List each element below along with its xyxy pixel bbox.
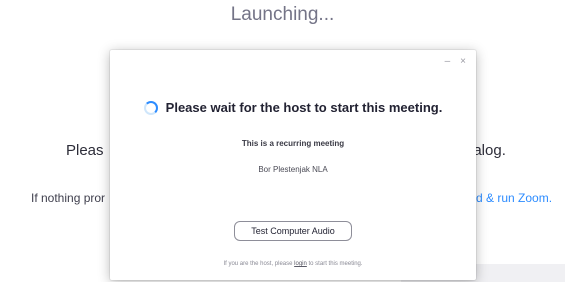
host-login-note-suffix: to start this meeting.	[308, 261, 363, 267]
login-link[interactable]: login	[294, 261, 307, 267]
loading-spinner-icon	[143, 100, 158, 115]
host-login-note: If you are the host, please login to sta…	[110, 261, 476, 267]
recurring-meeting-note: This is a recurring meeting	[241, 139, 345, 148]
close-icon[interactable]: ×	[460, 56, 466, 68]
zoom-launch-page: Launching... Pleas ialog. If nothing pro…	[0, 0, 565, 282]
launching-title: Launching...	[230, 4, 335, 25]
background-fallback-text: If nothing pror	[31, 191, 106, 205]
waiting-for-host-dialog: – × Please wait for the host to start th…	[110, 50, 476, 280]
meeting-host-name: Bor Plestenjak NLA	[258, 165, 328, 174]
download-run-zoom-link[interactable]: d & run Zoom.	[476, 191, 552, 205]
wait-message: Please wait for the host to start this m…	[165, 100, 443, 115]
minimize-icon[interactable]: –	[445, 56, 451, 68]
host-login-note-prefix: If you are the host, please	[223, 261, 293, 267]
window-controls: – ×	[445, 56, 466, 68]
test-computer-audio-button[interactable]: Test Computer Audio	[234, 221, 352, 241]
wait-status-row: Please wait for the host to start this m…	[110, 100, 476, 115]
background-instruction-left: Pleas	[66, 142, 104, 159]
